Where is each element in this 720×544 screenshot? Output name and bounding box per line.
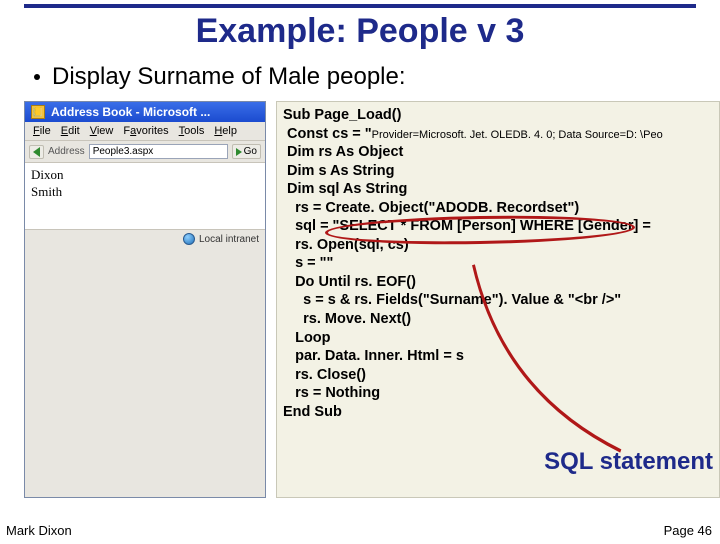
code-l03: Dim rs As Object	[283, 144, 403, 160]
result-line-2: Smith	[31, 184, 259, 201]
status-text: Local intranet	[199, 234, 259, 245]
code-l02b: Provider=Microsoft. Jet. OLEDB. 4. 0; Da…	[372, 129, 663, 141]
code-l08: rs. Open(sql, cs)	[283, 237, 409, 253]
code-box: Sub Page_Load() Const cs = "Provider=Mic…	[276, 101, 720, 498]
browser-menubar: FFileile Edit View Favorites Tools Help	[25, 122, 265, 141]
code-l09: s = ""	[283, 255, 333, 271]
menu-help[interactable]: Help	[210, 124, 241, 138]
browser-window: 📒 Address Book - Microsoft ... FFileile …	[24, 101, 266, 498]
globe-icon	[183, 233, 195, 245]
code-l11: s = s & rs. Fields("Surname"). Value & "…	[283, 292, 621, 308]
bullet-dot-icon	[34, 74, 40, 80]
browser-body: Dixon Smith	[25, 163, 265, 229]
code-l15: rs. Close()	[283, 367, 366, 383]
code-l05: Dim sql As String	[283, 181, 407, 197]
book-icon: 📒	[31, 105, 45, 119]
back-button[interactable]	[29, 145, 44, 159]
code-l04: Dim s As String	[283, 163, 394, 179]
address-label: Address	[48, 146, 85, 157]
menu-tools[interactable]: Tools	[175, 124, 209, 138]
callout-label: SQL statement	[544, 447, 713, 478]
menu-favorites[interactable]: Favorites	[119, 124, 172, 138]
go-button[interactable]: Go	[232, 144, 261, 159]
slide-footer: Mark Dixon Page 46	[6, 523, 712, 538]
code-l17: End Sub	[283, 404, 342, 420]
arrow-right-icon	[236, 148, 242, 156]
footer-page: Page 46	[664, 523, 712, 538]
code-l10: Do Until rs. EOF()	[283, 274, 416, 290]
go-label: Go	[244, 146, 257, 157]
menu-view[interactable]: View	[86, 124, 118, 138]
code-l16: rs = Nothing	[283, 385, 380, 401]
menu-file[interactable]: FFileile	[29, 124, 55, 138]
menu-edit[interactable]: Edit	[57, 124, 84, 138]
code-l14: par. Data. Inner. Html = s	[283, 348, 464, 364]
code-l02a: Const cs = "	[283, 126, 372, 142]
code-l07: sql = "SELECT * FROM [Person] WHERE [Gen…	[283, 218, 651, 234]
code-l01: Sub Page_Load()	[283, 107, 401, 123]
browser-titlebar: 📒 Address Book - Microsoft ...	[25, 102, 265, 122]
slide-title: Example: People v 3	[0, 8, 720, 57]
code-l12: rs. Move. Next()	[283, 311, 411, 327]
address-input[interactable]: People3.aspx	[89, 144, 228, 159]
code-l13: Loop	[283, 330, 331, 346]
browser-title-text: Address Book - Microsoft ...	[51, 105, 210, 119]
code-l06: rs = Create. Object("ADODB. Recordset")	[283, 200, 579, 216]
browser-addressbar: Address People3.aspx Go	[25, 141, 265, 163]
content-row: 📒 Address Book - Microsoft ... FFileile …	[0, 101, 720, 498]
result-line-1: Dixon	[31, 167, 259, 184]
browser-statusbar: Local intranet	[25, 229, 265, 248]
bullet-text: Display Surname of Male people:	[52, 63, 406, 91]
footer-author: Mark Dixon	[6, 523, 72, 538]
bullet-row: Display Surname of Male people:	[0, 57, 720, 101]
arrow-left-icon	[33, 147, 40, 157]
